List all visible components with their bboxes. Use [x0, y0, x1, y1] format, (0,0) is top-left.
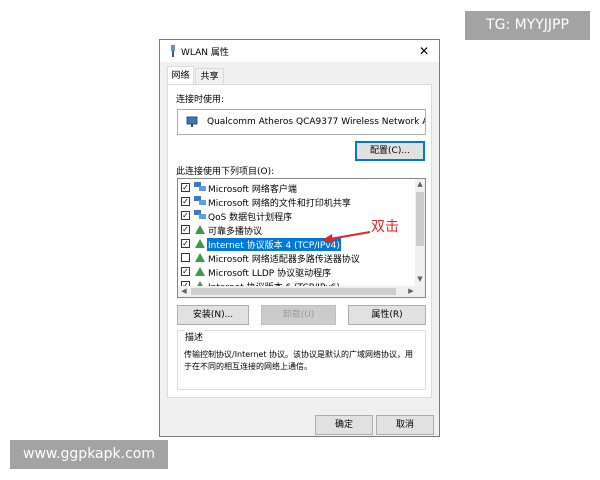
item-label: Microsoft 网络客户端 [208, 185, 297, 195]
checkbox[interactable]: ✓ [181, 239, 190, 248]
checkbox[interactable]: ✓ [181, 197, 190, 206]
checkbox[interactable]: ✓ [181, 225, 190, 234]
configure-button[interactable]: 配置(C)... [355, 141, 425, 161]
qos-scheduler-icon [194, 210, 206, 219]
item-label: Internet 协议版本 4 (TCP/IPv4) [207, 238, 341, 251]
close-button[interactable]: ✕ [409, 40, 439, 62]
item-label: Microsoft 网络的文件和打印机共享 [208, 199, 351, 209]
horizontal-scrollbar[interactable]: ◀ ▶ [178, 286, 425, 297]
install-button[interactable]: 安装(N)... [177, 305, 249, 325]
file-printer-sharing-icon [194, 196, 206, 205]
horizontal-scroll-thumb[interactable] [191, 288, 396, 295]
protocol-icon [195, 253, 205, 262]
checkbox[interactable] [181, 253, 190, 262]
tab-network[interactable]: 网络 [167, 66, 194, 85]
scroll-right-icon[interactable]: ▶ [406, 287, 416, 295]
connect-using-label: 连接时使用: [176, 95, 225, 105]
adapter-field: Qualcomm Atheros QCA9377 Wireless Networ… [177, 109, 426, 135]
scroll-up-icon[interactable]: ▲ [415, 180, 425, 188]
item-label: Microsoft 网络适配器多路传送器协议 [208, 255, 360, 265]
scroll-down-icon[interactable]: ▼ [415, 275, 425, 283]
watermark-bottom: www.ggpkapk.com [10, 440, 168, 469]
annotation-arrow-icon [322, 231, 371, 243]
items-label: 此连接使用下列项目(O): [176, 167, 275, 177]
vertical-scrollbar[interactable]: ▲ ▼ [415, 179, 425, 286]
list-item[interactable]: ✓ Microsoft 网络的文件和打印机共享 [178, 195, 418, 209]
protocol-icon [195, 239, 205, 248]
item-label: 可靠多播协议 [208, 227, 263, 237]
cancel-button[interactable]: 取消 [376, 415, 434, 435]
adapter-icon [186, 116, 198, 127]
list-item[interactable]: ✓ Microsoft 网络客户端 [178, 181, 418, 195]
annotation-text: 双击 [371, 219, 399, 235]
checkbox[interactable]: ✓ [181, 267, 190, 276]
adapter-name: Qualcomm Atheros QCA9377 Wireless Networ… [207, 117, 425, 127]
item-label: QoS 数据包计划程序 [208, 213, 293, 223]
description-group: 描述 传输控制协议/Internet 协议。该协议是默认的广域网络协议，用于在不… [177, 330, 426, 390]
network-adapter-icon [171, 45, 175, 57]
description-title: 描述 [184, 330, 205, 343]
properties-button[interactable]: 属性(R) [348, 305, 426, 325]
list-item[interactable]: Microsoft 网络适配器多路传送器协议 [178, 251, 418, 265]
title-bar: WLAN 属性 ✕ [160, 40, 439, 62]
scroll-left-icon[interactable]: ◀ [179, 287, 189, 295]
checkbox[interactable]: ✓ [181, 183, 190, 192]
network-client-icon [194, 182, 206, 191]
list-item[interactable]: ✓ Microsoft LLDP 协议驱动程序 [178, 265, 418, 279]
checkbox[interactable]: ✓ [181, 211, 190, 220]
ok-button[interactable]: 确定 [315, 415, 373, 435]
network-tab-panel: 连接时使用: Qualcomm Atheros QCA9377 Wireless… [167, 84, 432, 398]
description-text: 传输控制协议/Internet 协议。该协议是默认的广域网络协议，用于在不同的相… [184, 350, 414, 371]
list-item-selected[interactable]: ✓ Internet 协议版本 4 (TCP/IPv4) [178, 237, 418, 251]
watermark-top: TG: MYYJJPP [465, 11, 590, 40]
dialog-title: WLAN 属性 [181, 48, 229, 58]
vertical-scroll-thumb[interactable] [416, 192, 424, 246]
wlan-properties-dialog: WLAN 属性 ✕ 网络 共享 连接时使用: Qualcomm Atheros … [159, 39, 440, 437]
protocol-icon [195, 267, 205, 276]
protocol-icon [195, 225, 205, 234]
tab-sharing[interactable]: 共享 [195, 68, 224, 84]
components-list[interactable]: ✓ Microsoft 网络客户端 ✓ Microsoft 网络的文件和打印机共… [177, 178, 426, 298]
item-label: Microsoft LLDP 协议驱动程序 [208, 269, 332, 279]
uninstall-button[interactable]: 卸载(U) [261, 305, 336, 325]
